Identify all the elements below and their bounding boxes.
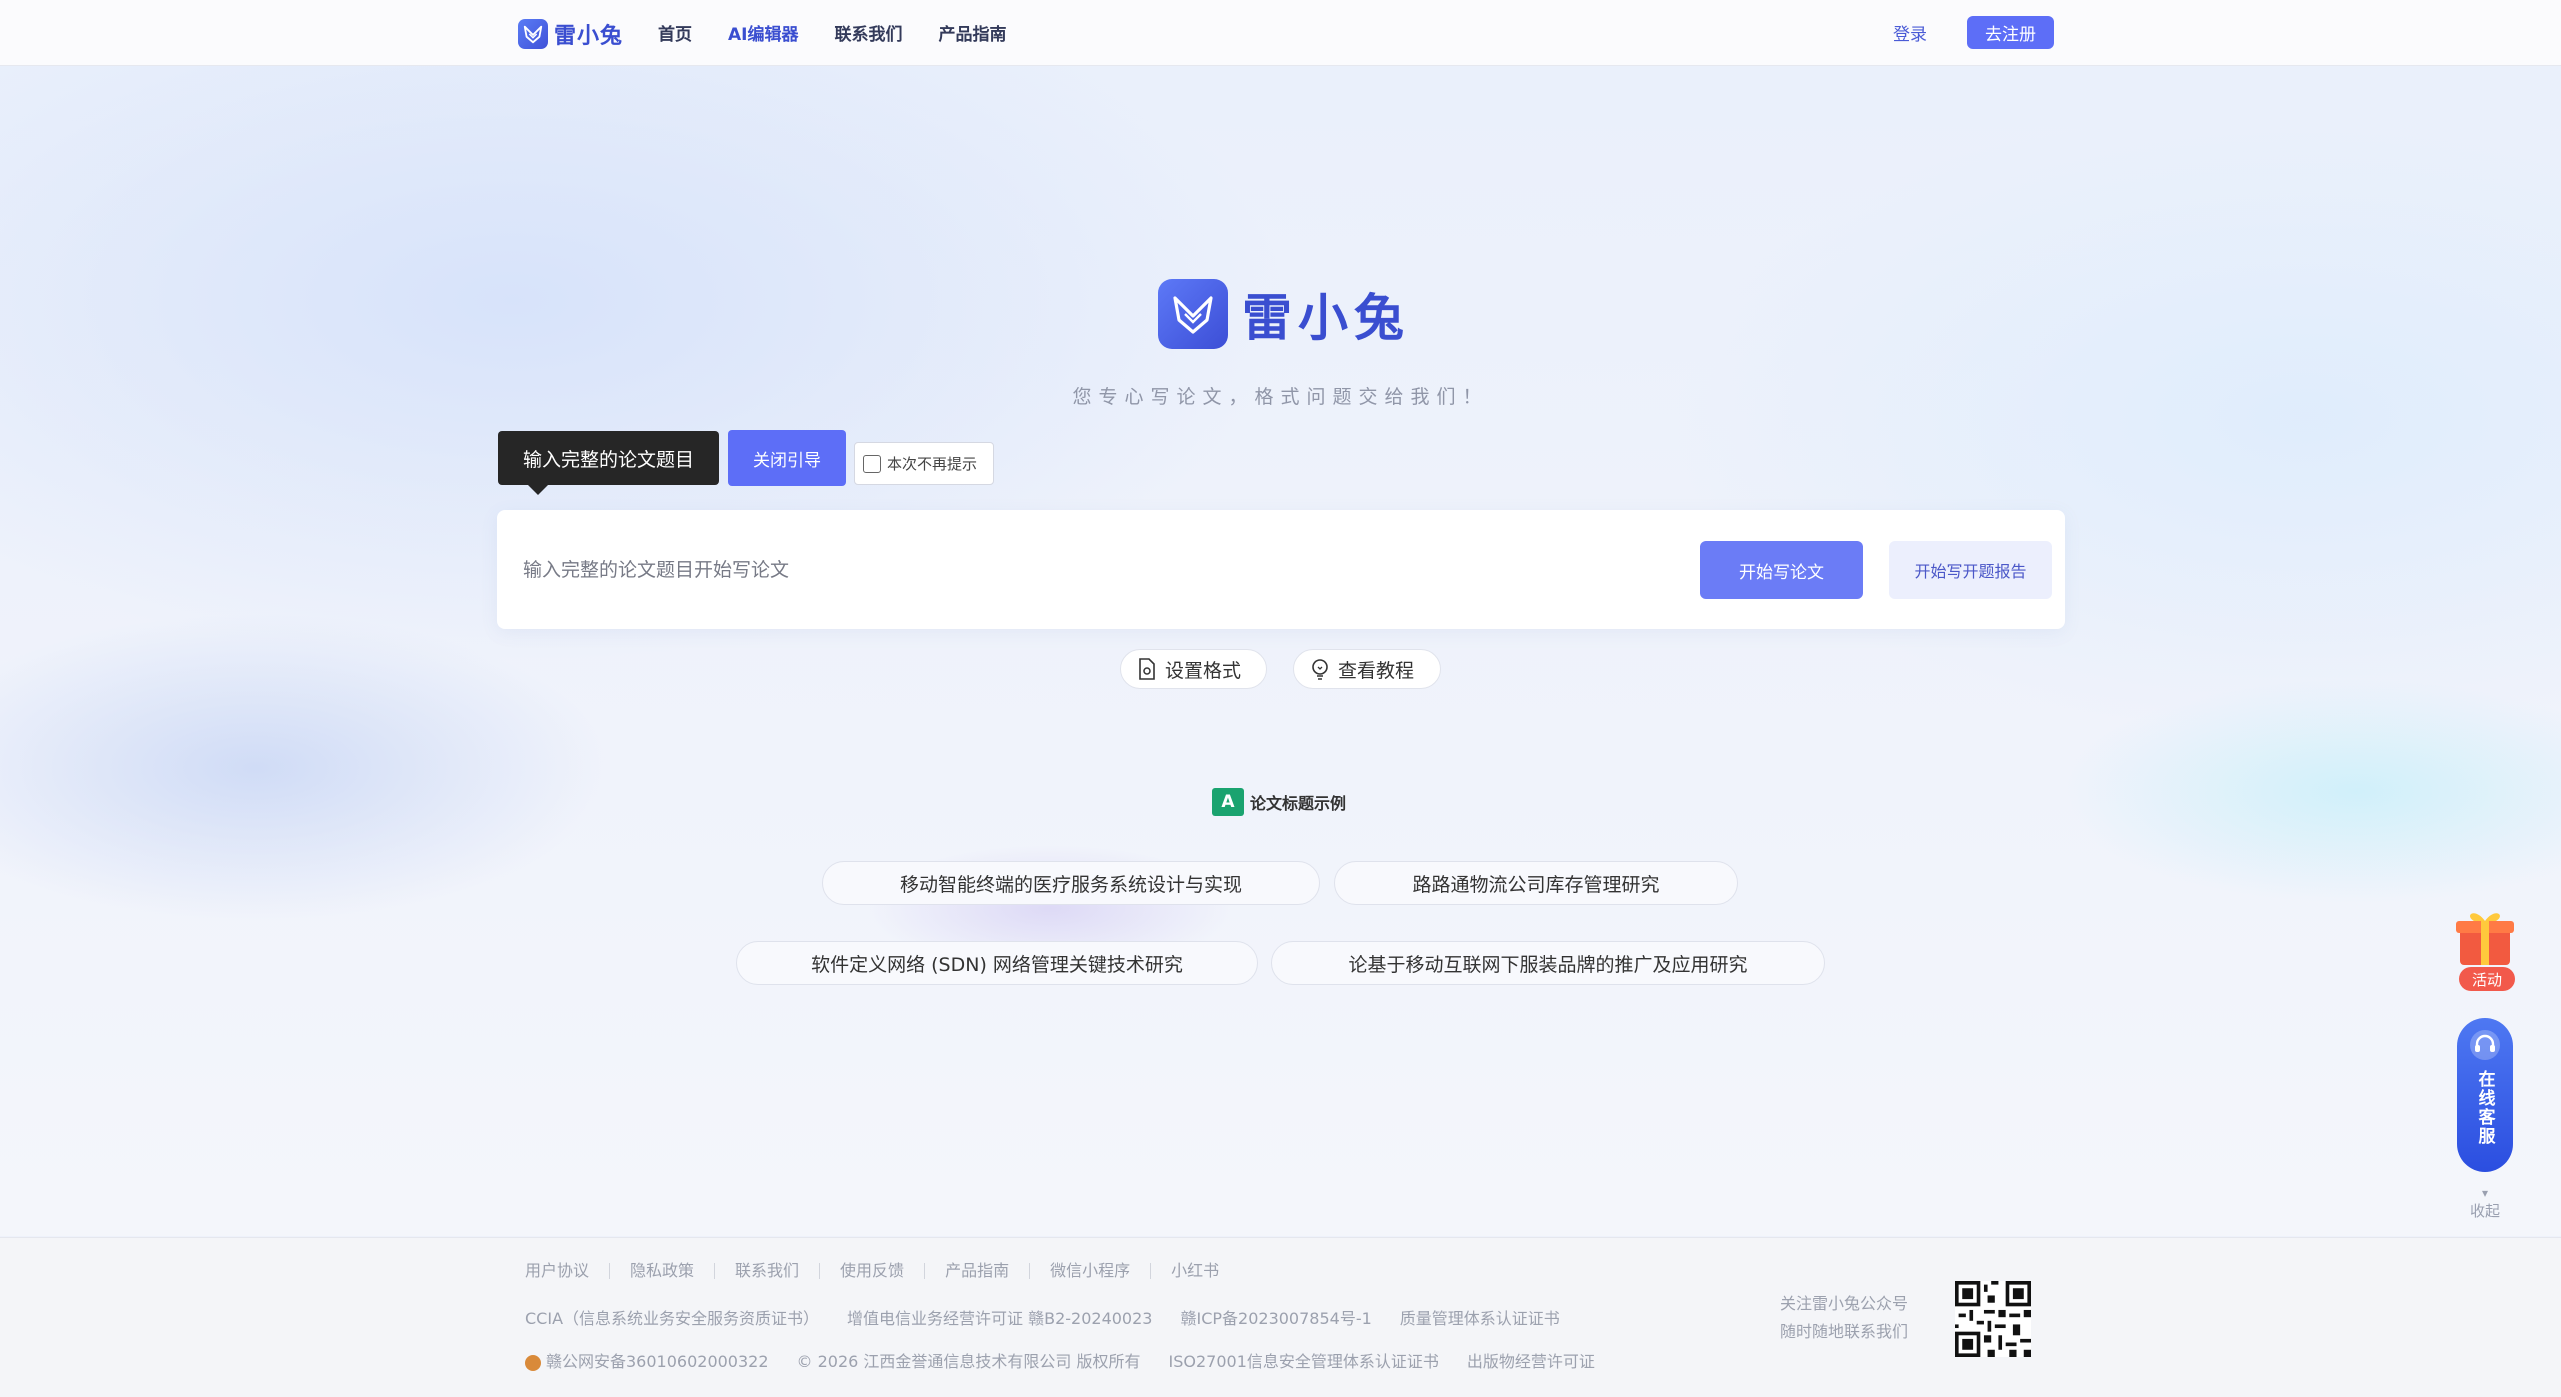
examples-heading: A 论文标题示例 [1212, 788, 1346, 816]
checkbox-box[interactable] [863, 454, 881, 473]
example-title-chip[interactable]: 软件定义网络 (SDN) 网络管理关键技术研究 [736, 941, 1258, 985]
no-remind-checkbox[interactable]: 本次不再提示 [854, 442, 994, 485]
footer-legal: 赣公网安备36010602000322 © 2026 江西金誉通信息技术有限公司… [525, 1348, 1595, 1372]
footer-links: 用户协议 隐私政策 联系我们 使用反馈 产品指南 微信小程序 小红书 [525, 1263, 1239, 1279]
fox-logo-icon [1158, 279, 1228, 349]
footer-link[interactable]: 联系我们 [714, 1263, 819, 1279]
headset-icon [2470, 1030, 2500, 1060]
footer-link[interactable]: 隐私政策 [609, 1263, 714, 1279]
close-guide-button[interactable]: 关闭引导 [728, 430, 846, 486]
set-format-label: 设置格式 [1165, 659, 1242, 682]
fox-logo-icon [518, 19, 548, 49]
footer-cert[interactable]: 出版物经营许可证 [1467, 1348, 1595, 1372]
guide-tooltip: 输入完整的论文题目 [498, 431, 719, 495]
no-remind-label: 本次不再提示 [887, 455, 978, 473]
start-writing-button[interactable]: 开始写论文 [1700, 541, 1863, 599]
example-title-chip[interactable]: 论基于移动互联网下服装品牌的推广及应用研究 [1271, 941, 1825, 985]
main-nav: 首页 AI编辑器 联系我们 产品指南 [658, 20, 1006, 45]
login-link[interactable]: 登录 [1893, 20, 1927, 45]
follow-line: 关注雷小兔公众号 [1780, 1294, 1909, 1313]
police-badge-icon [525, 1354, 541, 1371]
thesis-title-input[interactable] [523, 540, 1523, 600]
top-header: 雷小兔 首页 AI编辑器 联系我们 产品指南 登录 去注册 [0, 0, 2561, 66]
example-title-chip[interactable]: 移动智能终端的医疗服务系统设计与实现 [822, 861, 1320, 905]
nav-home[interactable]: 首页 [658, 20, 692, 45]
search-card: 开始写论文 开始写开题报告 [497, 510, 2065, 629]
hero-brand-name: 雷小兔 [1242, 289, 1410, 347]
collapse-button[interactable]: ▾ 收起 [2467, 1186, 2503, 1221]
document-gear-icon [1139, 658, 1155, 680]
lightbulb-icon [1312, 659, 1328, 680]
start-report-button[interactable]: 开始写开题报告 [1889, 541, 2052, 599]
online-service-button[interactable]: 在线客服 [2457, 1018, 2513, 1172]
footer-link[interactable]: 小红书 [1150, 1263, 1239, 1279]
nav-ai-editor[interactable]: AI编辑器 [728, 20, 798, 45]
examples-title: 论文标题示例 [1250, 794, 1347, 813]
footer-link[interactable]: 使用反馈 [819, 1263, 924, 1279]
footer-cert[interactable]: 质量管理体系认证证书 [1400, 1305, 1560, 1329]
online-service-label: 在线客服 [2474, 1070, 2495, 1146]
hero-background [0, 66, 2561, 1236]
police-record-text: 赣公网安备36010602000322 [546, 1352, 769, 1371]
follow-line: 随时随地联系我们 [1780, 1322, 1909, 1341]
nav-contact[interactable]: 联系我们 [834, 20, 902, 45]
footer-link[interactable]: 产品指南 [924, 1263, 1029, 1279]
police-record[interactable]: 赣公网安备36010602000322 [525, 1348, 769, 1372]
footer-link[interactable]: 微信小程序 [1029, 1263, 1150, 1279]
register-button[interactable]: 去注册 [1967, 16, 2054, 49]
view-tutorial-button[interactable]: 查看教程 [1293, 649, 1441, 689]
translate-icon: A [1212, 788, 1244, 816]
footer-cert[interactable]: CCIA（信息系统业务安全服务资质证书） [525, 1305, 819, 1329]
qr-code-icon [1955, 1281, 2031, 1357]
activity-badge[interactable]: 活动 [2459, 967, 2515, 991]
footer-cert[interactable]: 赣ICP备2023007854号-1 [1180, 1305, 1371, 1329]
follow-text: 关注雷小兔公众号 随时随地联系我们 [1780, 1290, 1908, 1346]
chevron-down-icon: ▾ [2481, 1186, 2489, 1200]
footer: 用户协议 隐私政策 联系我们 使用反馈 产品指南 微信小程序 小红书 CCIA（… [0, 1237, 2561, 1397]
slogan: 您专心写论文，格式问题交给我们！ [1072, 386, 1489, 408]
hero-logo: 雷小兔 [1158, 278, 1410, 350]
example-title-chip[interactable]: 路路通物流公司库存管理研究 [1334, 861, 1738, 905]
copyright: © 2026 江西金誉通信息技术有限公司 版权所有 [796, 1352, 1141, 1371]
header-brand-name: 雷小兔 [554, 24, 624, 49]
nav-guide[interactable]: 产品指南 [938, 20, 1006, 45]
collapse-label: 收起 [2469, 1202, 2500, 1220]
header-brand[interactable]: 雷小兔 [518, 18, 623, 50]
footer-link[interactable]: 用户协议 [525, 1263, 609, 1279]
footer-cert[interactable]: 增值电信业务经营许可证 赣B2-20240023 [847, 1305, 1152, 1329]
view-tutorial-label: 查看教程 [1338, 659, 1415, 682]
set-format-button[interactable]: 设置格式 [1120, 649, 1267, 689]
footer-cert[interactable]: ISO27001信息安全管理体系认证证书 [1169, 1348, 1439, 1372]
footer-certificates: CCIA（信息系统业务安全服务资质证书） 增值电信业务经营许可证 赣B2-202… [525, 1305, 1560, 1329]
